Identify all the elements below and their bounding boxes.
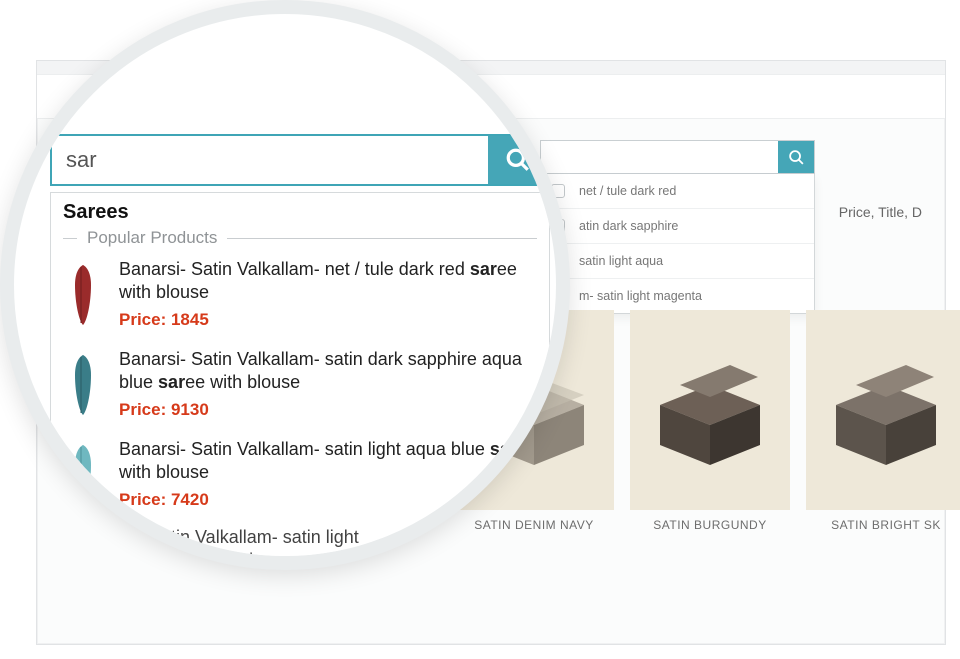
back-dropdown-row[interactable]: satin light aqua: [541, 244, 814, 279]
magnifier-lens: Sarees Popular Products Banar: [0, 0, 570, 570]
back-search-field: [540, 140, 815, 174]
autocomplete-item-text: Banarsi- Satin Valkallam- satin light aq…: [119, 438, 537, 512]
product-card[interactable]: SATIN BURGUNDY: [630, 310, 790, 532]
saree-icon: [67, 353, 99, 417]
product-thumbnail: [63, 438, 103, 512]
search-input[interactable]: [52, 136, 488, 184]
saree-icon: [67, 443, 99, 507]
product-thumb: [806, 310, 960, 510]
product-thumbnail: [63, 258, 103, 332]
lens-circle: Sarees Popular Products Banar: [0, 0, 570, 570]
back-search-widget: net / tule dark red atin dark sapphire s…: [540, 140, 815, 314]
product-thumb: [630, 310, 790, 510]
product-box-icon: [640, 345, 780, 475]
saree-icon: [67, 263, 99, 327]
lens-content: Sarees Popular Products Banar: [50, 134, 550, 570]
autocomplete-dropdown: Sarees Popular Products Banar: [50, 192, 550, 570]
back-search-dropdown: net / tule dark red atin dark sapphire s…: [540, 174, 815, 314]
back-dropdown-row[interactable]: atin dark sapphire: [541, 209, 814, 244]
back-dropdown-row[interactable]: m- satin light magenta: [541, 279, 814, 313]
price-label: Price: 1845: [119, 309, 537, 331]
back-search-button[interactable]: [778, 141, 814, 173]
main-search-field: [50, 134, 550, 186]
autocomplete-item[interactable]: Banarsi- Satin Valkallam- net / tule dar…: [61, 252, 539, 342]
back-search-input[interactable]: [541, 141, 778, 173]
autocomplete-item-text: Banarsi- Satin Valkallam- satin dark sap…: [119, 348, 537, 422]
back-dropdown-row[interactable]: net / tule dark red: [541, 174, 814, 209]
autocomplete-item[interactable]: Banarsi- Satin Valkallam- satin light aq…: [61, 432, 539, 522]
search-button[interactable]: [488, 136, 548, 184]
price-label: Price: 9130: [119, 399, 537, 421]
product-box-icon: [816, 345, 956, 475]
product-card[interactable]: SATIN BRIGHT SK: [806, 310, 960, 532]
autocomplete-item[interactable]: Banarsi- Satin Valkallam- satin dark sap…: [61, 342, 539, 432]
sort-label[interactable]: Price, Title, D: [839, 204, 922, 220]
suggested-category[interactable]: Sarees: [61, 199, 539, 228]
product-thumbnail: [63, 348, 103, 422]
autocomplete-item-text: Banarsi- Satin Valkallam- net / tule dar…: [119, 258, 537, 332]
search-icon: [788, 149, 805, 166]
product-caption: SATIN BRIGHT SK: [806, 518, 960, 532]
popular-products-header: Popular Products: [61, 228, 539, 252]
product-caption: SATIN BURGUNDY: [630, 518, 790, 532]
price-label: Price: 7420: [119, 489, 537, 511]
search-icon: [505, 147, 531, 173]
